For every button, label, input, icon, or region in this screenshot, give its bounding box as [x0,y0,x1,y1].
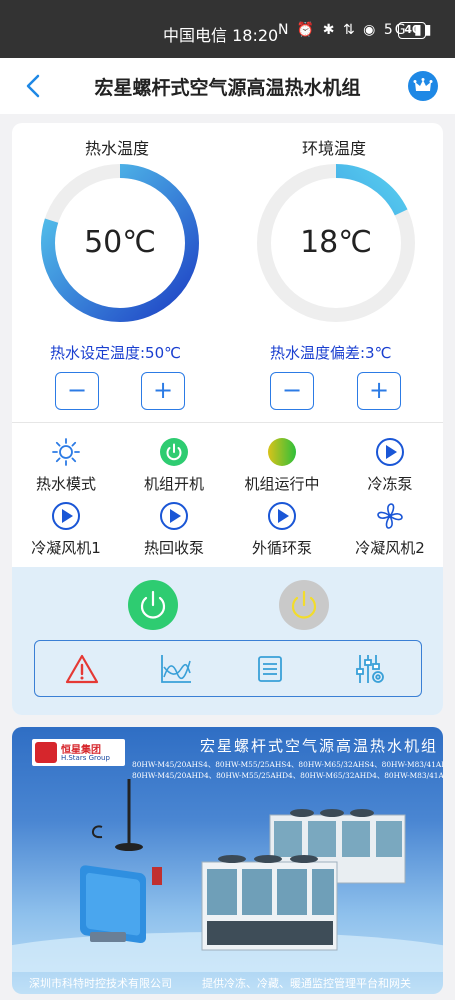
deviation-increase-button[interactable]: + [357,372,401,410]
hot-water-temp-value: 50℃ [84,225,156,260]
trend-chart-button[interactable] [159,653,193,685]
unit-status-card: 热水温度 50℃ 环境温度 18℃ 热水设定温度:50℃ 热水温度偏差:3℃ − [12,123,443,715]
status-unit-running: 机组运行中 [228,437,336,494]
status-label: 冷凝风机1 [31,539,101,557]
power-off-button[interactable] [279,580,329,630]
status-chilled-pump: 冷冻泵 [336,437,443,494]
settings-sliders-icon [356,655,384,683]
product-banner[interactable]: 恒星集团 H.Stars Group 宏星螺杆式空气源高温热水机组 80HW-M… [12,727,443,994]
hot-water-temp-gauge: 50℃ [39,162,201,324]
play-icon [268,502,296,530]
status-condenser-fan-1: 冷凝风机1 [12,501,120,558]
status-label: 冷冻泵 [367,475,413,493]
deviation-decrease-button[interactable]: − [270,372,314,410]
status-condenser-fan-2: 冷凝风机2 [336,501,443,558]
status-label: 热回收泵 [143,539,204,557]
play-icon [160,502,188,530]
play-icon [376,438,404,466]
status-heat-recovery-pump: 热回收泵 [120,501,228,558]
play-icon [52,502,80,530]
list-icon [258,656,282,682]
footer-slogan: 提供冷冻、冷藏、暖通监控管理平台和网关 [202,977,411,990]
power-on-button[interactable] [128,580,178,630]
setpoint-decrease-button[interactable]: − [55,372,99,410]
status-unit-on: 机组开机 [120,437,228,494]
power-off-icon [291,590,317,619]
control-panel [12,567,443,715]
product-illustration [12,779,443,972]
crown-button[interactable] [408,71,438,101]
status-label: 冷凝风机2 [355,539,425,557]
ambient-temp-gauge: 18℃ [255,162,417,324]
fan-icon [377,503,403,529]
hot-water-deviation: 热水温度偏差:3℃ [270,344,392,362]
divider [12,422,443,423]
alarm-icon [65,654,99,684]
setpoint-increase-button[interactable]: + [141,372,185,410]
trend-chart-icon [161,655,191,683]
carrier-time: 中国电信 18:20 [163,26,279,45]
alarm-button[interactable] [65,653,99,685]
status-external-circ-pump: 外循环泵 [228,501,336,558]
ambient-temp-label: 环境温度 [302,139,367,158]
running-dot-icon [268,438,296,466]
tool-bar [34,640,422,697]
status-label: 机组运行中 [244,475,320,493]
app-header: 宏星螺杆式空气源高温热水机组 [0,58,455,114]
sun-icon [52,438,80,466]
battery-icon: 40 [398,22,429,39]
banner-footer: 深圳市科特时控技术有限公司 提供冷冻、冷藏、暖通监控管理平台和网关 [12,972,443,994]
status-label: 外循环泵 [251,539,312,557]
page-title: 宏星螺杆式空气源高温热水机组 [94,77,361,99]
footer-company: 深圳市科特时控技术有限公司 [29,977,172,990]
ambient-temp-value: 18℃ [300,225,372,260]
status-label: 热水模式 [35,475,96,493]
status-bar: 中国电信 18:20 N ⏰ ✱ ⇅ ◉ 5G ▮▮ 40 [0,0,455,58]
status-label: 机组开机 [143,475,204,493]
hot-water-temp-label: 热水温度 [85,139,150,158]
power-on-icon [140,590,166,619]
settings-button[interactable] [353,653,387,685]
status-hot-water-mode: 热水模式 [12,437,120,494]
power-green-icon [160,438,188,466]
list-button[interactable] [253,653,287,685]
crown-icon [413,78,433,91]
hot-water-setpoint: 热水设定温度:50℃ [50,344,181,362]
